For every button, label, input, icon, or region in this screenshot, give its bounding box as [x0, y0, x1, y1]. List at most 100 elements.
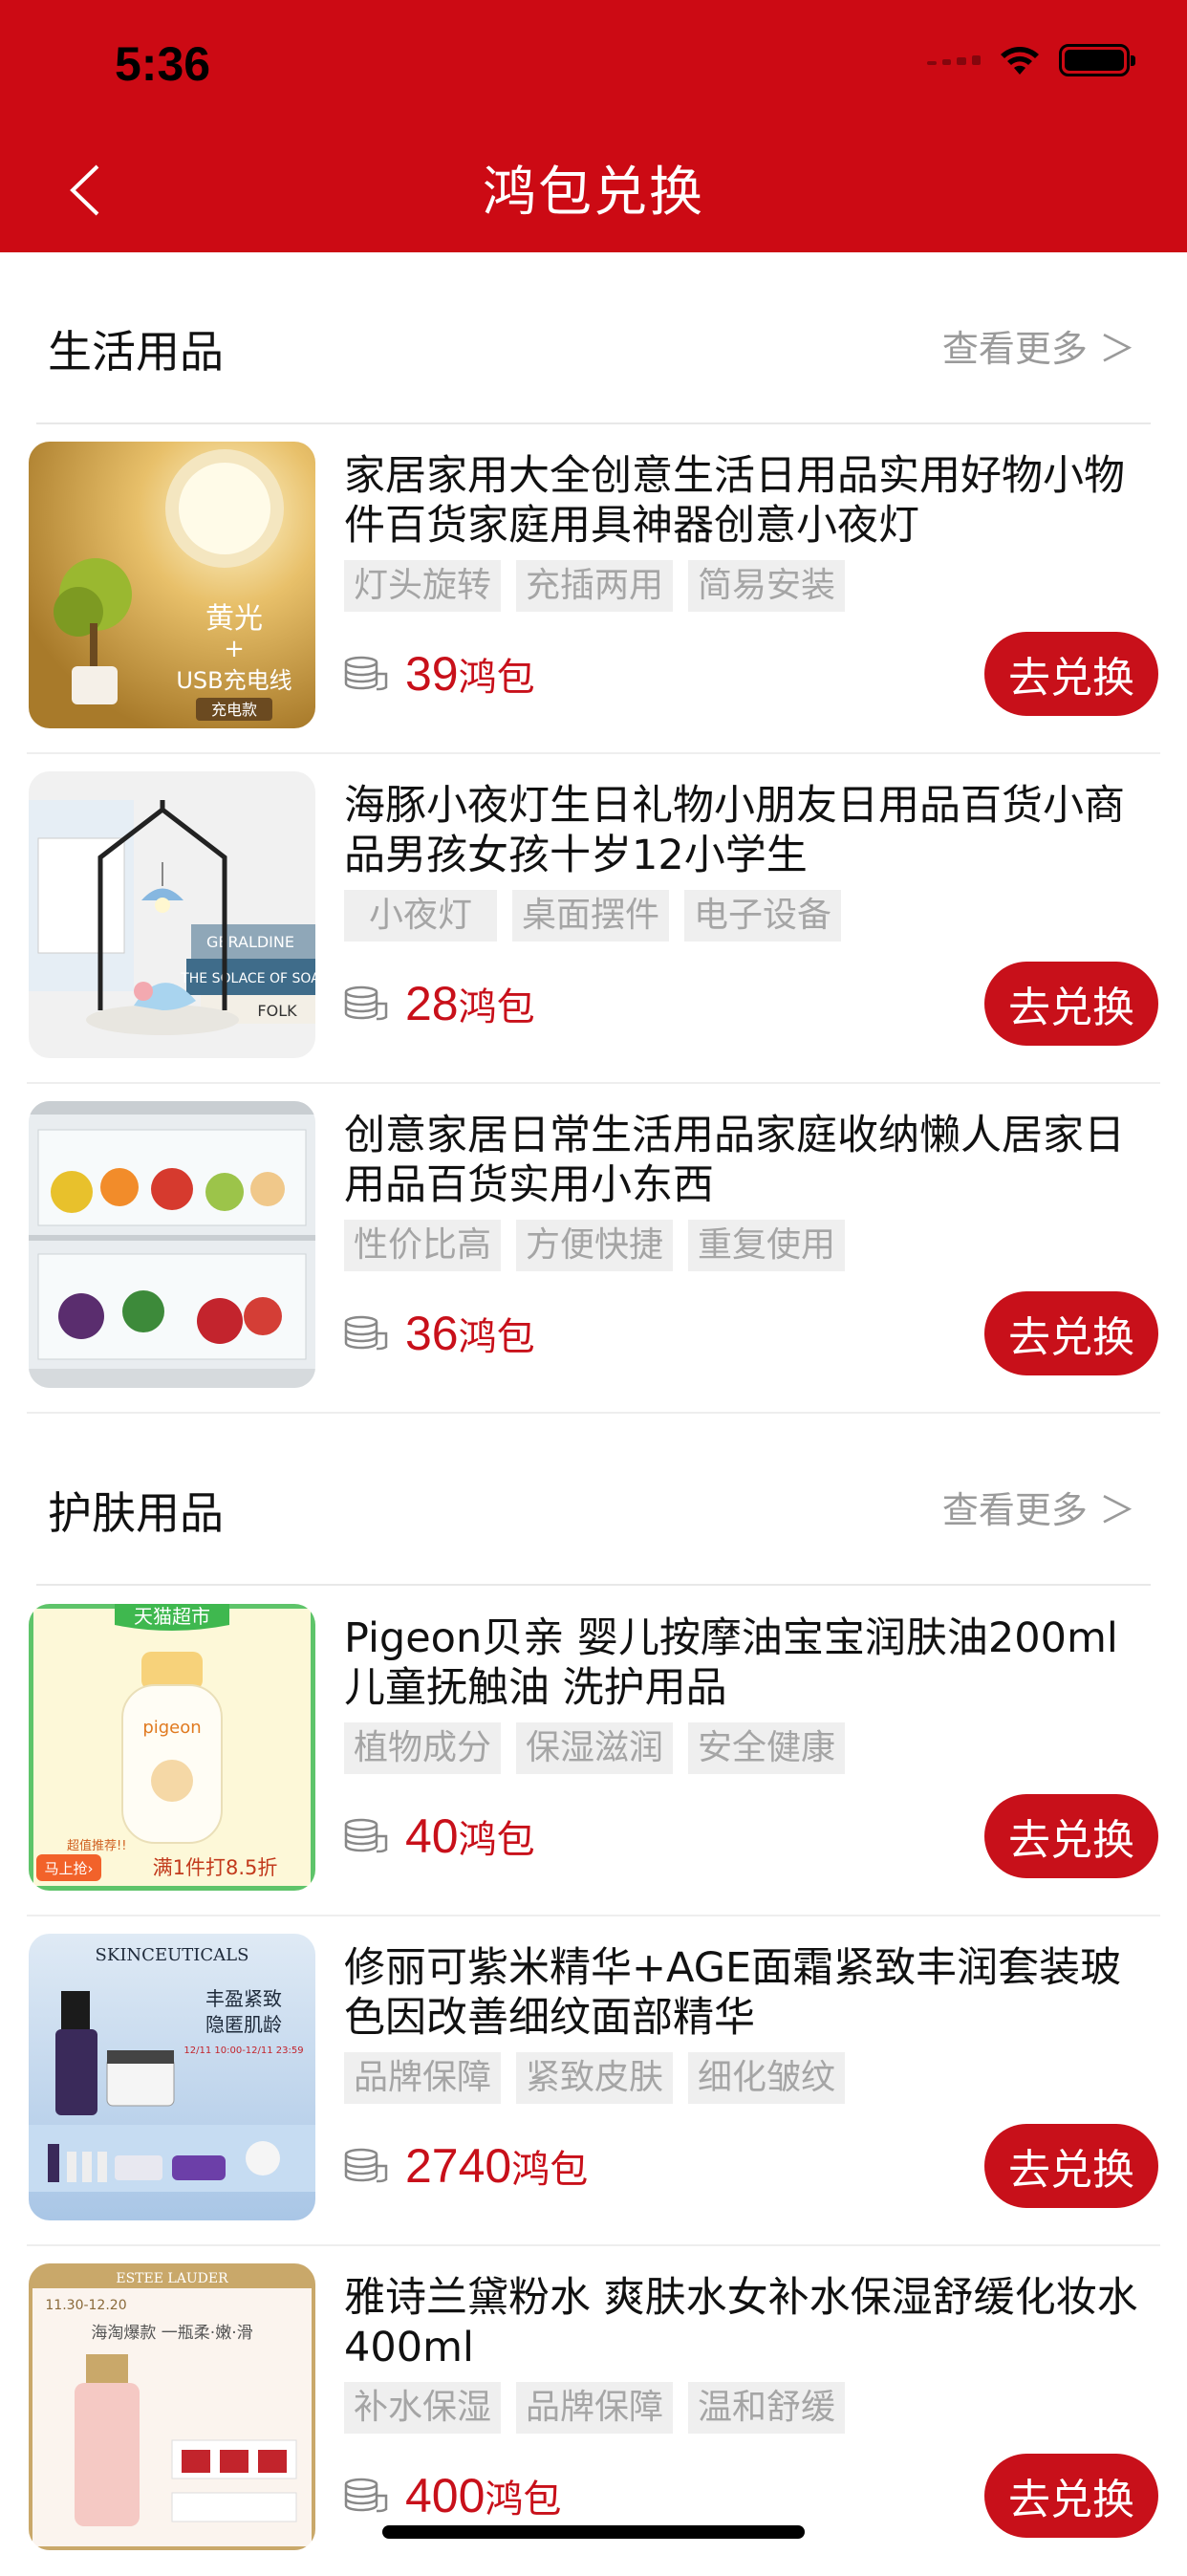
page-title: 鸿包兑换	[483, 162, 704, 224]
price-row: 400 鸿包	[342, 2468, 561, 2523]
price-unit: 鸿包	[458, 1818, 535, 1862]
coins-icon	[344, 656, 388, 691]
product-title: 雅诗兰黛粉水 爽肤水女补水保湿舒缓化妆水400ml	[344, 2274, 1138, 2371]
svg-text:超值推荐!!: 超值推荐!!	[67, 1838, 126, 1853]
product-item[interactable]: 创意家居日常生活用品家庭收纳懒人居家日用品百货实用小东西 性价比高 方便快捷 重…	[0, 1084, 1187, 1414]
product-title: Pigeon贝亲 婴儿按摩油宝宝润肤油200ml儿童抚触油 洗护用品	[344, 1614, 1118, 1712]
product-image-dolphin-lamp: GERALDINE THE SOLACE OF SOA FOLK	[29, 771, 315, 1058]
signal-icon	[927, 55, 981, 65]
product-tag: 植物成分	[344, 1722, 502, 1774]
product-image-night-lamp: 黄光 + USB充电线 充电款	[29, 442, 315, 728]
product-title: 家居家用大全创意生活日用品实用好物小物件百货家庭用具神器创意小夜灯	[344, 452, 1125, 550]
product-item[interactable]: GERALDINE THE SOLACE OF SOA FOLK 海豚小夜灯生日…	[0, 754, 1187, 1084]
product-title: 修丽可紫米精华+AGE面霜紧致丰润套装玻色因改善细纹面部精华	[344, 1944, 1122, 2042]
svg-text:THE SOLACE OF SOA: THE SOLACE OF SOA	[180, 971, 315, 986]
product-tag: 安全健康	[688, 1722, 846, 1774]
svg-text:充电款: 充电款	[211, 701, 257, 719]
product-tag: 品牌保障	[516, 2382, 674, 2434]
section-title: 生活用品	[48, 326, 224, 378]
battery-icon	[1059, 44, 1135, 76]
product-tag: 重复使用	[688, 1220, 846, 1271]
price-value: 39	[405, 647, 459, 701]
redeem-button[interactable]: 去兑换	[984, 2124, 1158, 2208]
price-value: 40	[405, 1809, 459, 1863]
product-tag: 温和舒缓	[688, 2382, 846, 2434]
price-row: 28 鸿包	[342, 976, 535, 1031]
svg-text:FOLK: FOLK	[257, 1002, 297, 1020]
product-tags: 植物成分 保湿滋润 安全健康	[344, 1722, 846, 1774]
product-tags: 品牌保障 紧致皮肤 细化皱纹	[344, 2052, 846, 2104]
svg-text:ESTEE LAUDER: ESTEE LAUDER	[116, 2271, 228, 2286]
price-row: 40 鸿包	[342, 1808, 535, 1864]
product-image-storage-box	[29, 1101, 315, 1388]
price-unit: 鸿包	[511, 2148, 589, 2192]
status-icons	[927, 44, 1135, 76]
product-item[interactable]: SKINCEUTICALS 丰盈紧致 隐匿肌龄 12/11 10:00-12/1…	[0, 1916, 1187, 2246]
coins-icon	[344, 985, 388, 1021]
status-time: 5:36	[115, 37, 211, 91]
product-tag: 简易安装	[688, 560, 846, 612]
product-item[interactable]: 天猫超市 pigeon 超值推荐!! 马上抢› 满1件打8.5折 Pigeon贝…	[0, 1587, 1187, 1916]
svg-text:丰盈紧致: 丰盈紧致	[205, 1987, 282, 2010]
price-unit: 鸿包	[458, 985, 535, 1029]
product-tags: 小夜灯 桌面摆件 电子设备	[344, 890, 842, 942]
home-indicator[interactable]	[382, 2525, 805, 2539]
redeem-button[interactable]: 去兑换	[984, 632, 1158, 716]
price-unit: 鸿包	[458, 656, 535, 700]
price-row: 39 鸿包	[342, 646, 535, 702]
svg-text:GERALDINE: GERALDINE	[206, 933, 294, 951]
product-image-skinceuticals-set: SKINCEUTICALS 丰盈紧致 隐匿肌龄 12/11 10:00-12/1…	[29, 1934, 315, 2220]
coins-icon	[344, 2148, 388, 2183]
coins-icon	[344, 1818, 388, 1853]
svg-text:天猫超市: 天猫超市	[134, 1605, 210, 1628]
product-item[interactable]: 黄光 + USB充电线 充电款 家居家用大全创意生活日用品实用好物小物件百货家庭…	[0, 424, 1187, 754]
product-tag: 电子设备	[684, 890, 842, 942]
product-tag: 紧致皮肤	[516, 2052, 674, 2104]
price-value: 36	[405, 1307, 459, 1360]
section-header-daily: 生活用品 查看更多 ＞	[0, 252, 1187, 424]
price-unit: 鸿包	[485, 2478, 562, 2522]
product-tag: 方便快捷	[516, 1220, 674, 1271]
svg-text:pigeon: pigeon	[142, 1718, 201, 1738]
product-tags: 灯头旋转 充插两用 简易安装	[344, 560, 846, 612]
nav-header: 5:36 鸿包兑换	[0, 0, 1187, 252]
view-more-link[interactable]: 查看更多 ＞	[942, 319, 1135, 372]
price-row: 36 鸿包	[342, 1306, 535, 1361]
view-more-link[interactable]: 查看更多 ＞	[942, 1481, 1135, 1533]
price-value: 400	[405, 2469, 486, 2522]
svg-text:隐匿肌龄: 隐匿肌龄	[205, 2013, 282, 2036]
redeem-button[interactable]: 去兑换	[984, 2454, 1158, 2538]
product-tag: 保湿滋润	[516, 1722, 674, 1774]
product-tag: 细化皱纹	[688, 2052, 846, 2104]
svg-text:12/11 10:00-12/11 23:59: 12/11 10:00-12/11 23:59	[183, 2046, 303, 2056]
product-tag: 充插两用	[516, 560, 674, 612]
price-value: 2740	[405, 2139, 512, 2193]
divider	[36, 1584, 1151, 1586]
svg-text:SKINCEUTICALS: SKINCEUTICALS	[96, 1945, 249, 1965]
product-title: 创意家居日常生活用品家庭收纳懒人居家日用品百货实用小东西	[344, 1112, 1125, 1209]
section-title: 护肤用品	[48, 1487, 224, 1539]
redeem-button[interactable]: 去兑换	[984, 1291, 1158, 1375]
svg-text:海淘爆款 一瓶柔·嫩·滑: 海淘爆款 一瓶柔·嫩·滑	[91, 2324, 252, 2343]
svg-text:满1件打8.5折: 满1件打8.5折	[153, 1856, 278, 1879]
redeem-button[interactable]: 去兑换	[984, 1794, 1158, 1878]
product-title: 海豚小夜灯生日礼物小朋友日用品百货小商品男孩女孩十岁12小学生	[344, 782, 1125, 879]
coins-icon	[344, 2478, 388, 2513]
svg-text:马上抢›: 马上抢›	[45, 1860, 94, 1877]
product-tag: 性价比高	[344, 1220, 502, 1271]
product-tags: 性价比高 方便快捷 重复使用	[344, 1220, 846, 1271]
product-image-pigeon-oil: 天猫超市 pigeon 超值推荐!! 马上抢› 满1件打8.5折	[29, 1604, 315, 1891]
svg-text:11.30-12.20: 11.30-12.20	[45, 2298, 126, 2313]
redeem-button[interactable]: 去兑换	[984, 962, 1158, 1046]
product-tag: 品牌保障	[344, 2052, 502, 2104]
svg-text:USB充电线: USB充电线	[176, 667, 291, 694]
product-tags: 补水保湿 品牌保障 温和舒缓	[344, 2382, 846, 2434]
coins-icon	[344, 1315, 388, 1351]
product-tag: 桌面摆件	[512, 890, 670, 942]
product-image-estee-lauder-toner: ESTEE LAUDER 11.30-12.20 海淘爆款 一瓶柔·嫩·滑	[29, 2263, 315, 2550]
product-tag: 灯头旋转	[344, 560, 502, 612]
price-value: 28	[405, 977, 459, 1030]
svg-text:+: +	[224, 635, 245, 663]
product-tag: 小夜灯	[344, 890, 498, 942]
thumb-text: 黄光	[205, 602, 263, 636]
